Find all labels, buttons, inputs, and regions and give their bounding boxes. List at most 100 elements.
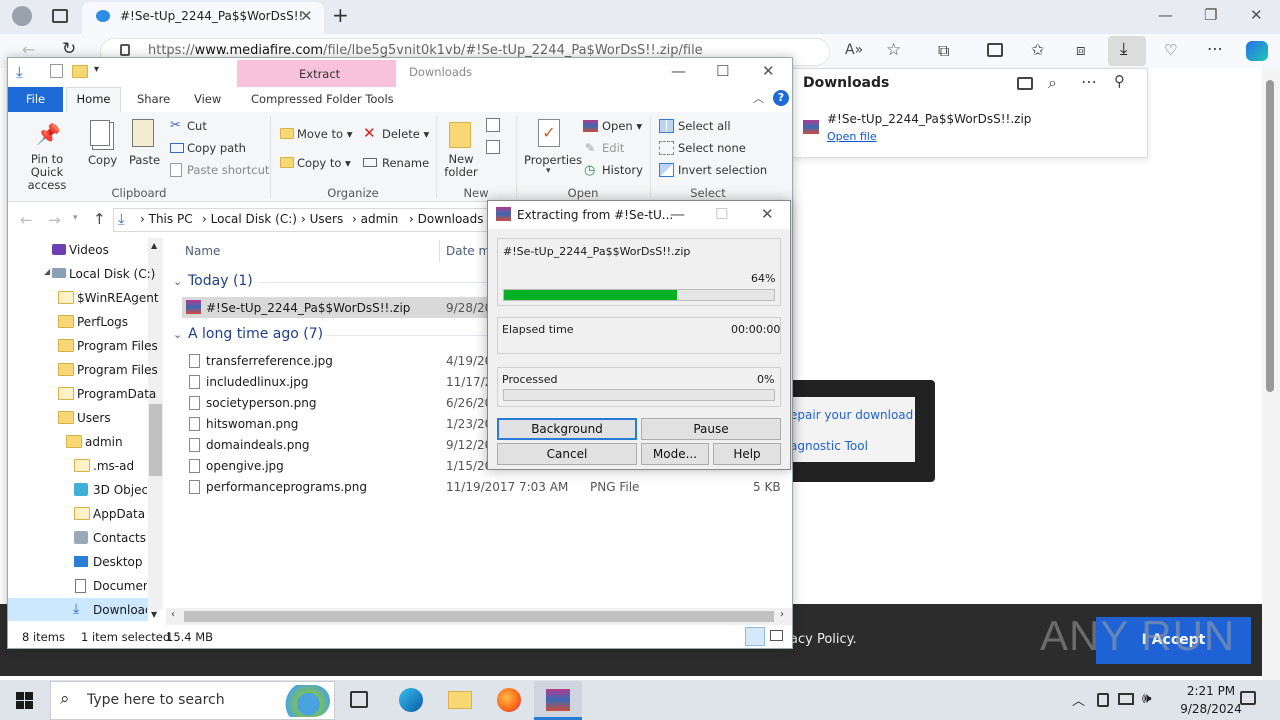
paste-icon[interactable] xyxy=(132,119,154,147)
tree-item-ms-ad[interactable]: .ms-ad xyxy=(93,459,134,473)
selected-file-name[interactable]: #!Se-tUp_2244_Pa$$WorDsS!!.zip xyxy=(206,301,410,315)
properties-icon[interactable]: ✓ xyxy=(538,119,560,147)
pin-quick-access-icon[interactable]: 📌 xyxy=(36,122,61,146)
ribbon-collapse-icon[interactable]: ︿ xyxy=(753,90,764,106)
file-name[interactable]: performanceprograms.png xyxy=(206,480,367,494)
move-to-button[interactable]: Move to ▾ xyxy=(297,127,352,141)
properties-qa-icon[interactable] xyxy=(50,64,63,78)
tree-item-desktop[interactable]: Desktop xyxy=(93,555,143,569)
edge-taskbar-icon[interactable] xyxy=(399,688,423,712)
tree-item-program-files[interactable]: Program Files xyxy=(77,339,158,353)
extensions-icon[interactable]: ⧉ xyxy=(938,41,949,61)
file-name[interactable]: hitswoman.png xyxy=(206,417,298,431)
rename-icon[interactable] xyxy=(363,158,377,167)
history-icon[interactable]: ◷ xyxy=(584,163,595,178)
group-collapse-icon[interactable]: ⌄ xyxy=(173,328,182,341)
tree-item-admin[interactable]: admin xyxy=(85,435,123,449)
new-tab-icon[interactable]: + xyxy=(332,3,349,27)
notifications-icon[interactable] xyxy=(1240,691,1256,705)
properties-button[interactable]: Properties xyxy=(524,153,582,167)
profile-icon[interactable] xyxy=(12,6,32,26)
tab-home[interactable]: Home xyxy=(66,87,121,113)
pause-button[interactable]: Pause xyxy=(641,418,781,440)
group-collapse-icon[interactable]: ⌄ xyxy=(173,275,182,288)
delete-icon[interactable]: ✕ xyxy=(363,124,376,142)
easy-access-icon[interactable] xyxy=(486,140,500,154)
tree-item-documents[interactable]: Documents xyxy=(93,579,147,593)
explorer-minimize-icon[interactable]: — xyxy=(671,62,686,80)
invert-selection-button[interactable]: Invert selection xyxy=(678,163,767,177)
favorites-icon[interactable]: ✩ xyxy=(1031,40,1044,59)
file-name[interactable]: includedlinux.jpg xyxy=(206,375,308,389)
search-downloads-icon[interactable]: ⌕ xyxy=(1048,73,1057,93)
tab-actions-icon[interactable] xyxy=(52,9,68,23)
lock-icon[interactable] xyxy=(120,44,130,56)
start-windows-icon[interactable] xyxy=(16,692,33,709)
open-button[interactable]: Open ▾ xyxy=(602,119,642,133)
file-name[interactable]: societyperson.png xyxy=(206,396,317,410)
minimize-icon[interactable]: — xyxy=(1158,6,1173,24)
properties-dropdown-icon[interactable]: ▾ xyxy=(546,166,551,176)
new-folder-icon[interactable] xyxy=(449,122,471,148)
open-file-link[interactable]: Open file xyxy=(827,130,877,143)
nav-forward-icon[interactable]: → xyxy=(48,211,61,229)
tree-item-local-disk[interactable]: Local Disk (C:) xyxy=(69,267,155,281)
copilot-icon[interactable] xyxy=(1246,41,1268,61)
dialog-close-icon[interactable]: ✕ xyxy=(761,205,774,223)
copy-to-button[interactable]: Copy to ▾ xyxy=(297,156,351,170)
cancel-button[interactable]: Cancel xyxy=(497,443,637,465)
file-name[interactable]: opengive.jpg xyxy=(206,459,284,473)
page-scrollbar[interactable] xyxy=(1262,68,1280,680)
ethernet-icon[interactable] xyxy=(1118,693,1134,705)
new-item-icon[interactable] xyxy=(486,118,500,132)
breadcrumb-downloads[interactable]: › Downloads xyxy=(409,212,484,226)
tree-item-programdata[interactable]: ProgramData xyxy=(77,387,156,401)
taskbar-search-placeholder[interactable]: Type here to search xyxy=(87,692,225,708)
new-folder-button[interactable]: New folder xyxy=(442,153,480,179)
help-icon[interactable]: ? xyxy=(773,90,789,106)
hscroll-thumb[interactable] xyxy=(184,611,774,622)
close-window-icon[interactable]: ✕ xyxy=(1250,6,1263,24)
pin-icon[interactable]: ⚲ xyxy=(1114,72,1125,90)
group-today-header[interactable]: Today (1) xyxy=(188,273,253,289)
repair-download-link[interactable]: epair your download xyxy=(790,408,913,422)
performance-icon[interactable]: ♡ xyxy=(1164,41,1177,59)
recent-locations-icon[interactable]: ▾ xyxy=(73,213,78,223)
expand-arrow-icon[interactable]: ◢ xyxy=(44,267,50,276)
breadcrumb-this-pc[interactable]: › This PC xyxy=(140,212,193,226)
paste-button[interactable]: Paste xyxy=(129,153,160,167)
tree-item-3d-objects[interactable]: 3D Objects xyxy=(93,483,147,497)
edit-button[interactable]: Edit xyxy=(602,141,624,155)
large-icons-view-icon[interactable] xyxy=(770,630,783,641)
select-none-icon[interactable] xyxy=(659,141,674,155)
nav-back-icon[interactable]: ← xyxy=(20,211,33,229)
file-name[interactable]: transferreference.jpg xyxy=(206,354,333,368)
tree-item-perflogs[interactable]: PerfLogs xyxy=(77,315,128,329)
explorer-maximize-icon[interactable]: ☐ xyxy=(716,62,729,80)
tree-item-downloads[interactable]: Downloads xyxy=(93,603,147,617)
copy-path-button[interactable]: Copy path xyxy=(187,141,246,155)
breadcrumb-local-disk[interactable]: › Local Disk (C:) xyxy=(202,212,297,226)
breadcrumb-users[interactable]: › Users xyxy=(301,212,343,226)
explorer-close-icon[interactable]: ✕ xyxy=(762,62,775,80)
cut-icon[interactable]: ✂ xyxy=(170,118,181,133)
hscroll-left-icon[interactable]: ‹ xyxy=(171,609,175,620)
tab-view[interactable]: View xyxy=(194,92,221,106)
tree-item-appdata[interactable]: AppData xyxy=(93,507,145,521)
collections-icon[interactable]: ⧈ xyxy=(1076,41,1086,59)
privacy-policy-text[interactable]: acy Policy. xyxy=(790,632,857,647)
copy-to-icon[interactable] xyxy=(280,157,294,168)
tree-item-users[interactable]: Users xyxy=(77,411,111,425)
copy-button[interactable]: Copy xyxy=(88,153,117,167)
tree-item-contacts[interactable]: Contacts xyxy=(93,531,146,545)
rename-button[interactable]: Rename xyxy=(382,156,429,170)
column-header-name[interactable]: Name xyxy=(185,244,220,258)
file-name[interactable]: domaindeals.png xyxy=(206,438,310,452)
copy-icon[interactable] xyxy=(90,120,110,146)
clock-time[interactable]: 2:21 PM xyxy=(1173,684,1249,698)
tab-share[interactable]: Share xyxy=(137,92,170,106)
breadcrumb-admin[interactable]: › admin xyxy=(352,212,398,226)
dialog-minimize-icon[interactable]: — xyxy=(670,205,685,223)
read-aloud-icon[interactable]: A» xyxy=(845,42,863,58)
tree-item-winreagent[interactable]: $WinREAgent xyxy=(77,291,159,305)
